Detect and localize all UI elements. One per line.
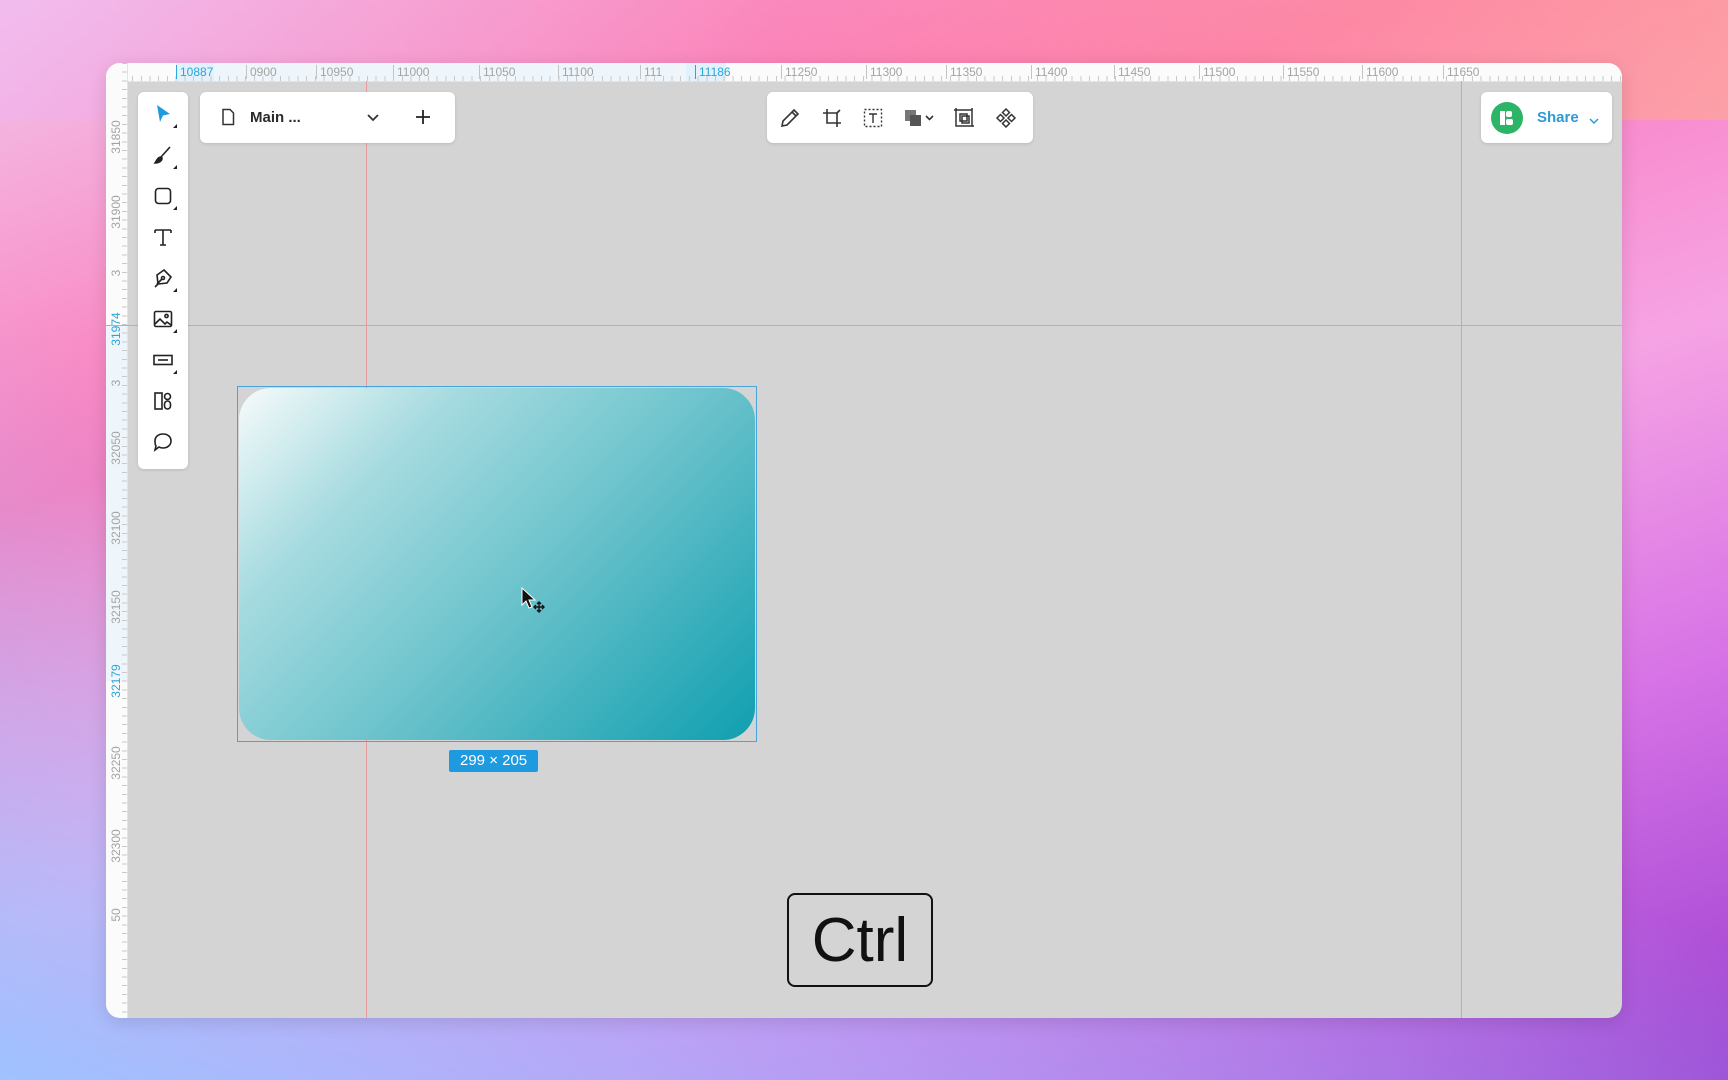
page-name: Main ... bbox=[250, 109, 301, 126]
ruler-top-tick: 11400 bbox=[1031, 65, 1067, 79]
rectangle-icon[interactable] bbox=[146, 179, 180, 213]
chevron-down-icon[interactable] bbox=[364, 108, 382, 131]
assets-icon[interactable] bbox=[146, 384, 180, 418]
selected-rectangle[interactable] bbox=[237, 386, 757, 742]
ruler-top-tick: 11186 bbox=[695, 65, 731, 79]
ruler-top-tick: 111 bbox=[640, 65, 662, 79]
ruler-left-tick: 31974 bbox=[109, 312, 123, 346]
ruler-left-tick: 3 bbox=[109, 269, 123, 277]
ruler-top-tick: 11600 bbox=[1362, 65, 1398, 79]
ruler-left-tick: 32150 bbox=[109, 590, 123, 624]
mouse-cursor-move-icon bbox=[520, 586, 546, 620]
ruler-left[interactable]: 31850 31900 3 31974 3 32050 32100 32150 32179 322… bbox=[106, 63, 128, 1018]
ruler-left-tick: 32050 bbox=[109, 431, 123, 465]
dimensions-badge: 299 × 205 bbox=[449, 750, 539, 772]
ruler-left-tick: 31850 bbox=[109, 120, 123, 154]
ruler-top-tick: 11650 bbox=[1443, 65, 1479, 79]
context-toolbar bbox=[767, 92, 1033, 143]
guide-vertical-2[interactable] bbox=[1461, 81, 1462, 1018]
image-icon[interactable] bbox=[146, 302, 180, 336]
crop-icon[interactable] bbox=[819, 105, 845, 131]
brush-icon[interactable] bbox=[146, 138, 180, 172]
guide-horizontal[interactable] bbox=[106, 325, 1622, 326]
ruler-top-tick: 11100 bbox=[558, 65, 594, 79]
ruler-left-tick: 31900 bbox=[109, 195, 123, 229]
ruler-left-tick: 32179 bbox=[109, 664, 123, 698]
boolean-shapes-icon[interactable] bbox=[899, 105, 939, 131]
ruler-top-tick: 11250 bbox=[781, 65, 817, 79]
left-toolbar bbox=[138, 92, 188, 469]
text-frame-icon[interactable] bbox=[860, 105, 886, 131]
key-press-indicator: Ctrl bbox=[787, 893, 933, 987]
component-diamond-icon[interactable] bbox=[993, 105, 1019, 131]
ruler-top-tick: 11350 bbox=[946, 65, 982, 79]
ruler-left-tick: 32300 bbox=[109, 829, 123, 863]
editor-window: 10887 0900 10950 11000 11050 11100 111 11186 112… bbox=[106, 63, 1622, 1018]
ruler-top-tick: 11550 bbox=[1283, 65, 1319, 79]
document-icon bbox=[220, 108, 236, 131]
ruler-left-tick: 3 bbox=[109, 379, 123, 387]
ruler-top-tick: 11300 bbox=[866, 65, 902, 79]
page-selector[interactable]: Main ... bbox=[200, 92, 455, 143]
ruler-top-tick: 10950 bbox=[316, 65, 353, 79]
gradient-rectangle[interactable] bbox=[239, 388, 755, 740]
ruler-top-tick: 0900 bbox=[246, 65, 277, 79]
ruler-top-tick: 11450 bbox=[1114, 65, 1150, 79]
cursor-arrow-icon[interactable] bbox=[146, 97, 180, 131]
share-button[interactable]: Share bbox=[1537, 109, 1579, 126]
add-page-icon[interactable] bbox=[412, 106, 434, 133]
frame-selection-icon[interactable] bbox=[951, 105, 977, 131]
ruler-top-tick: 11050 bbox=[479, 65, 515, 79]
comment-icon[interactable] bbox=[146, 425, 180, 459]
pen-nib-icon[interactable] bbox=[146, 261, 180, 295]
input-field-icon[interactable] bbox=[146, 343, 180, 377]
text-icon[interactable] bbox=[146, 220, 180, 254]
brand-logo-icon[interactable] bbox=[1491, 102, 1523, 134]
share-panel: Share bbox=[1481, 92, 1612, 143]
ruler-top[interactable]: 10887 0900 10950 11000 11050 11100 111 11186 112… bbox=[106, 63, 1622, 82]
ruler-left-tick: 50 bbox=[109, 908, 123, 922]
ruler-left-tick: 32250 bbox=[109, 746, 123, 780]
ruler-top-tick: 11500 bbox=[1199, 65, 1235, 79]
ruler-top-tick: 11000 bbox=[393, 65, 429, 79]
ruler-top-tick: 10887 bbox=[176, 65, 213, 79]
ruler-left-tick: 32100 bbox=[109, 511, 123, 545]
share-chevron-down-icon[interactable] bbox=[1589, 112, 1599, 130]
pencil-icon[interactable] bbox=[777, 105, 803, 131]
